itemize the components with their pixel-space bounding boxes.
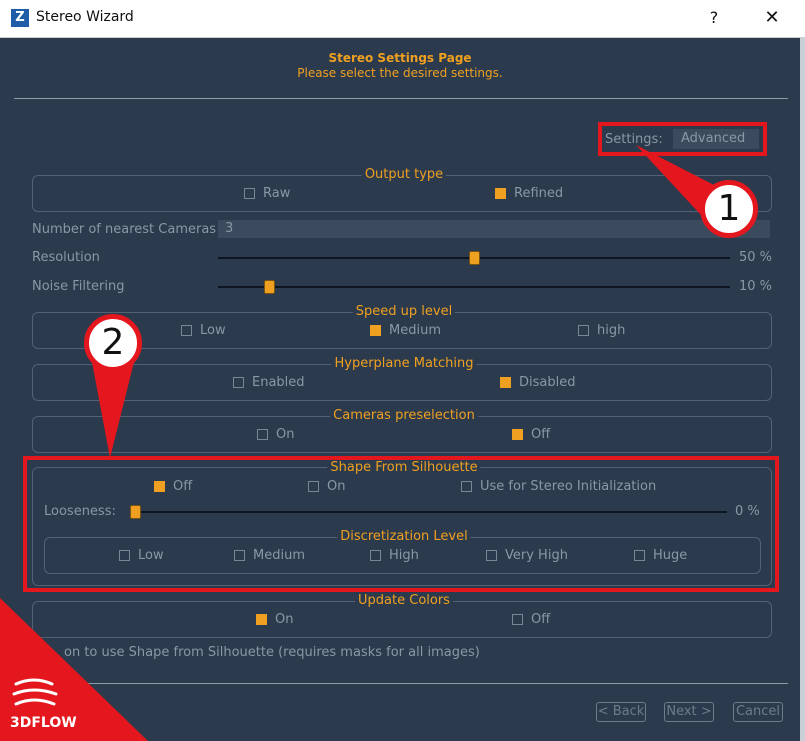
brand-logo-text: 3DFLOW	[10, 715, 77, 731]
annotation-badge-1: 1	[700, 180, 758, 238]
pointer-2	[92, 362, 134, 458]
annotation-badge-2: 2	[84, 314, 142, 372]
